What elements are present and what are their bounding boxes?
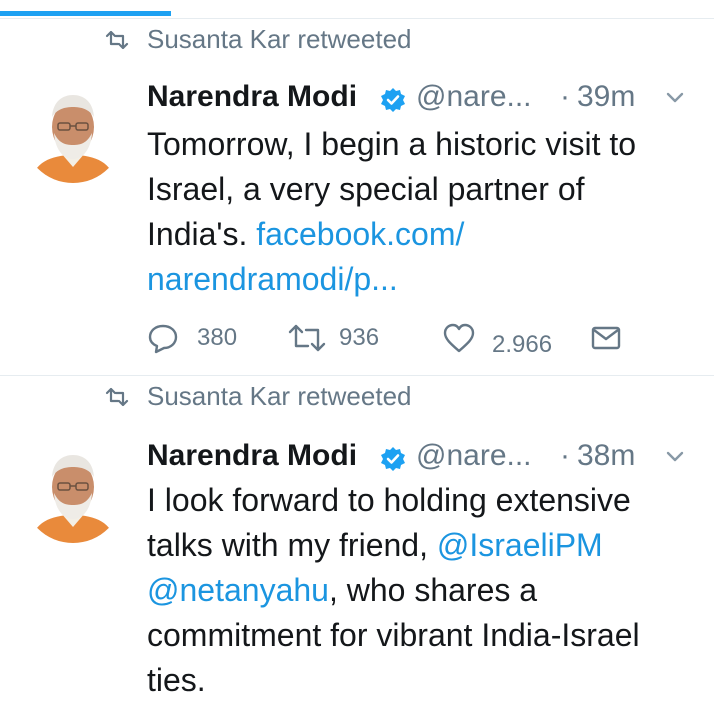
retweet-icon <box>105 30 129 50</box>
like-button[interactable]: 2.966 <box>442 318 552 358</box>
reply-button[interactable]: 380 <box>147 318 237 358</box>
avatar-portrait-image <box>23 443 123 543</box>
tweet-card[interactable]: Susanta Kar retweeted Narendra Modi @nar… <box>0 20 714 376</box>
retweet-context: Susanta Kar retweeted <box>0 20 714 56</box>
progress-bar-fill <box>0 11 171 16</box>
tweet-link-continued[interactable]: narendramodi/p... <box>147 261 398 297</box>
reply-icon <box>148 324 178 354</box>
tweet-header: Narendra Modi @nare... · 39m <box>147 76 697 116</box>
mention-link[interactable]: @netanyahu <box>147 572 329 608</box>
reply-count: 380 <box>197 324 238 351</box>
tweet-header: Narendra Modi @nare... · 38m <box>147 435 697 475</box>
tweet-actions: 380 936 2.966 <box>147 318 647 358</box>
author-name[interactable]: Narendra Modi <box>147 80 357 114</box>
author-name[interactable]: Narendra Modi <box>147 439 357 473</box>
direct-message-button[interactable] <box>590 318 622 358</box>
tweet-card[interactable]: Susanta Kar retweeted Narendra Modi @nar… <box>0 377 714 717</box>
tweet-text: Tomorrow, I begin a historic visit to Is… <box>147 122 687 302</box>
avatar-portrait-image <box>23 83 123 183</box>
retweet-count: 936 <box>339 324 380 351</box>
verified-icon <box>381 447 405 471</box>
mention-link[interactable]: @IsraeliPM <box>437 527 603 563</box>
chevron-down-icon[interactable] <box>662 88 688 108</box>
like-icon <box>443 323 475 353</box>
retweet-label: Susanta Kar retweeted <box>147 381 412 411</box>
retweet-label: Susanta Kar retweeted <box>147 24 412 54</box>
loading-progress-bar <box>0 0 714 19</box>
verified-icon <box>381 88 405 112</box>
tweet-timestamp[interactable]: 38m <box>577 439 635 473</box>
like-count: 2.966 <box>492 331 553 358</box>
avatar[interactable] <box>23 443 123 543</box>
separator-dot: · <box>560 80 570 113</box>
message-icon <box>591 326 621 350</box>
retweet-icon <box>288 324 326 352</box>
tweet-text: I look forward to holding extensive talk… <box>147 478 687 703</box>
chevron-down-icon[interactable] <box>662 447 688 467</box>
avatar[interactable] <box>23 83 123 183</box>
tweet-link[interactable]: facebook.com/ <box>256 216 464 252</box>
retweet-context: Susanta Kar retweeted <box>0 377 714 413</box>
retweet-icon <box>105 387 129 407</box>
separator-dot: · <box>560 439 570 472</box>
author-handle[interactable]: @nare... <box>416 439 532 473</box>
author-handle[interactable]: @nare... <box>416 80 532 114</box>
tweet-timestamp[interactable]: 39m <box>577 80 635 114</box>
retweet-button[interactable]: 936 <box>287 318 379 358</box>
